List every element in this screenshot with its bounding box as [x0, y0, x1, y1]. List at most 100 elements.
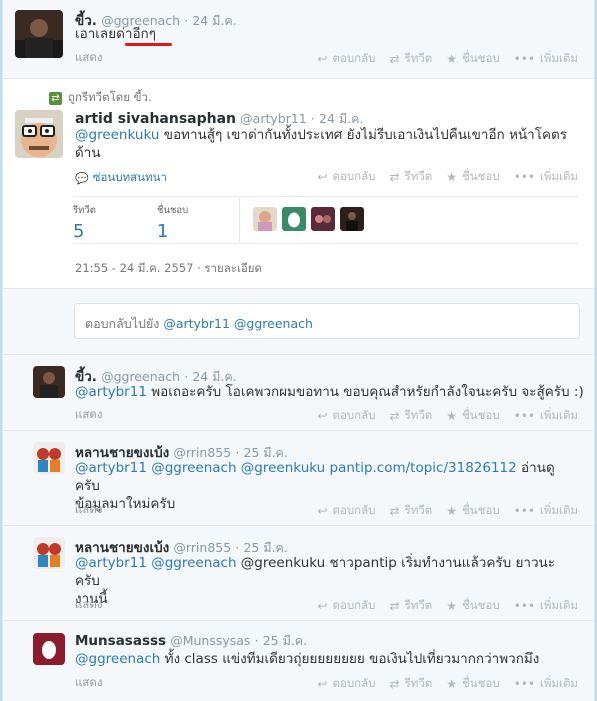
- retweet-count-value: 5: [73, 221, 85, 242]
- retweet-icon: ⇄: [389, 677, 400, 691]
- more-button[interactable]: ••• เพิ่มเติม: [514, 168, 578, 186]
- more-button[interactable]: ••• เพิ่มเติม: [514, 407, 578, 425]
- tweet-actions: ↩ ตอบกลับ ⇄ รีทวีต ★ ชื่นชอบ ••• เพิ่มเติม: [317, 502, 578, 520]
- reply-button[interactable]: ↩ ตอบกลับ: [317, 50, 375, 68]
- tweet-text: @greenkuku ขอทานสู้ๆ เขาด่ากันทั้งประเทศ…: [75, 126, 575, 162]
- handle[interactable]: @Munssysas: [170, 633, 250, 648]
- star-icon: ★: [446, 677, 457, 691]
- reply-input[interactable]: ตอบกลับไปยัง @artybr11 @ggreenach: [74, 303, 580, 339]
- more-button[interactable]: ••• เพิ่มเติม: [514, 50, 578, 68]
- handle[interactable]: @ggreenach: [101, 369, 180, 384]
- avatar-cartoon: [15, 110, 63, 158]
- reply-tweet[interactable]: หลานชายขงเบ้ง @rrin855 · 25 มี.ค. @artyb…: [3, 526, 594, 621]
- retweeter-avatar-1[interactable]: [253, 207, 277, 231]
- retweeter-avatar-3[interactable]: [311, 207, 335, 231]
- tweet-text-line1: ขอทานสู้ๆ เขาด่ากันทั้งประเทศ ยังไม่รีบเ…: [159, 127, 568, 143]
- timestamp[interactable]: 25 มี.ค.: [243, 445, 287, 460]
- favorite-button[interactable]: ★ ชื่นชอบ: [446, 407, 499, 425]
- favorite-button[interactable]: ★ ชื่นชอบ: [446, 502, 499, 520]
- timestamp[interactable]: 25 มี.ค.: [243, 540, 287, 555]
- timestamp[interactable]: 24 มี.ค.: [319, 111, 363, 126]
- reply-tweet[interactable]: Munsasasss @Munssysas · 25 มี.ค. @ggreen…: [3, 621, 594, 701]
- tweet-text: @ggreenach ทั้ง class แข่งทีมเดียวถุ่ยยย…: [75, 651, 540, 667]
- favorite-count[interactable]: ชื่นชอบ 1: [157, 203, 188, 242]
- retweet-icon: ⇄: [389, 170, 400, 184]
- expand-link[interactable]: แสดง: [75, 406, 103, 424]
- handle[interactable]: @rrin855: [173, 445, 231, 460]
- timestamp[interactable]: 24 มี.ค.: [192, 13, 236, 28]
- reply-button[interactable]: ↩ ตอบกลับ: [317, 502, 375, 520]
- reply-button[interactable]: ↩ ตอบกลับ: [317, 597, 375, 615]
- expand-link[interactable]: แสดง: [75, 674, 103, 692]
- retweet-button[interactable]: ⇄ รีทวีต: [389, 597, 432, 615]
- tweet-actions: ↩ ตอบกลับ ⇄ รีทวีต ★ ชื่นชอบ ••• เพิ่มเติม: [317, 50, 578, 68]
- reply-button[interactable]: ↩ ตอบกลับ: [317, 168, 375, 186]
- tweet-expanded[interactable]: ⇄ ถูกรีทวีตโดย ขี้ว. artid sivahansaphan…: [3, 79, 594, 289]
- retweet-button[interactable]: ⇄ รีทวีต: [389, 50, 432, 68]
- retweeter-avatar-egg[interactable]: [282, 207, 306, 231]
- stats-divider: [239, 197, 240, 243]
- more-button[interactable]: ••• เพิ่มเติม: [514, 597, 578, 615]
- more-icon: •••: [513, 677, 535, 691]
- reply-button[interactable]: ↩ ตอบกลับ: [317, 675, 375, 693]
- avatar[interactable]: [33, 633, 65, 665]
- tweet-stats: รีทวีต 5 ชื่นชอบ 1: [73, 196, 578, 244]
- egg-avatar: [33, 633, 65, 665]
- mention-link[interactable]: @artybr11 @ggreenach: [75, 555, 237, 571]
- retweet-button[interactable]: ⇄ รีทวีต: [389, 502, 432, 520]
- expand-link[interactable]: แสดง: [75, 596, 103, 614]
- reply-tweet[interactable]: หลานชายขงเบ้ง @rrin855 · 25 มี.ค. @artyb…: [3, 431, 594, 526]
- separator: ·: [235, 540, 240, 555]
- reply-button[interactable]: ↩ ตอบกลับ: [317, 407, 375, 425]
- retweet-button[interactable]: ⇄ รีทวีต: [389, 407, 432, 425]
- favorite-button[interactable]: ★ ชื่นชอบ: [446, 597, 499, 615]
- retweet-button[interactable]: ⇄ รีทวีต: [389, 168, 432, 186]
- favorite-count-value: 1: [157, 221, 169, 242]
- hide-conversation-link[interactable]: 💬 ซ่อนบทสนทนา: [75, 169, 167, 187]
- avatar[interactable]: [33, 537, 65, 569]
- display-name[interactable]: artid sivahansaphan: [75, 111, 236, 127]
- mention-link[interactable]: @artybr11: [75, 384, 147, 400]
- retweet-count[interactable]: รีทวีต 5: [73, 203, 96, 242]
- timestamp[interactable]: 24 มี.ค.: [192, 369, 236, 384]
- details-link[interactable]: รายละเอียด: [204, 261, 262, 275]
- avatar[interactable]: [15, 10, 63, 58]
- favorite-button[interactable]: ★ ชื่นชอบ: [446, 50, 499, 68]
- mention-link[interactable]: @greenkuku: [75, 127, 159, 143]
- avatar[interactable]: [33, 366, 65, 398]
- retweeted-by-text[interactable]: ถูกรีทวีตโดย ขี้ว.: [68, 89, 152, 107]
- retweeter-avatar-4[interactable]: [340, 207, 364, 231]
- timestamp[interactable]: 25 มี.ค.: [263, 633, 307, 648]
- tweet-text: เอาเลยด่าอีกๆ: [75, 25, 172, 46]
- retweet-context: ⇄ ถูกรีทวีตโดย ขี้ว.: [49, 89, 152, 107]
- retweet-icon: ⇄: [389, 504, 400, 518]
- more-button[interactable]: ••• เพิ่มเติม: [514, 502, 578, 520]
- more-icon: •••: [513, 409, 535, 423]
- retweet-button[interactable]: ⇄ รีทวีต: [389, 675, 432, 693]
- expand-link[interactable]: แสดง: [75, 49, 103, 67]
- separator: ·: [310, 111, 315, 126]
- full-timestamp[interactable]: 21:55 - 24 มี.ค. 2557: [75, 261, 193, 275]
- mention-link[interactable]: @ggreenach: [75, 651, 160, 667]
- retweet-icon: ⇄: [389, 409, 400, 423]
- favorite-button[interactable]: ★ ชื่นชอบ: [446, 168, 499, 186]
- handle[interactable]: @rrin855: [173, 540, 231, 555]
- reply-mentions: @artybr11 @ggreenach: [163, 316, 313, 331]
- more-icon: •••: [513, 52, 535, 66]
- star-icon: ★: [446, 409, 457, 423]
- reply-tweet[interactable]: ขี้ว. @ggreenach · 24 มี.ค. @artybr11 พอ…: [3, 355, 594, 431]
- tweet-ggreenach-1[interactable]: ขี้ว. @ggreenach · 24 มี.ค. เอาเลยด่าอีก…: [3, 0, 594, 79]
- expand-link[interactable]: แสดง: [75, 501, 103, 519]
- red-underline: [125, 43, 172, 46]
- display-name[interactable]: Munsasasss: [75, 633, 166, 649]
- more-button[interactable]: ••• เพิ่มเติม: [514, 675, 578, 693]
- separator: ·: [254, 633, 259, 648]
- star-icon: ★: [446, 52, 457, 66]
- favorite-button[interactable]: ★ ชื่นชอบ: [446, 675, 499, 693]
- more-icon: •••: [513, 504, 535, 518]
- avatar[interactable]: [33, 442, 65, 474]
- handle[interactable]: @artybr11: [240, 111, 307, 126]
- mention-link[interactable]: @artybr11 @ggreenach @greenkuku pantip.c…: [75, 460, 517, 476]
- tweet-text-content: เอาเลยด่าอีกๆ: [75, 26, 156, 42]
- avatar[interactable]: [15, 110, 63, 158]
